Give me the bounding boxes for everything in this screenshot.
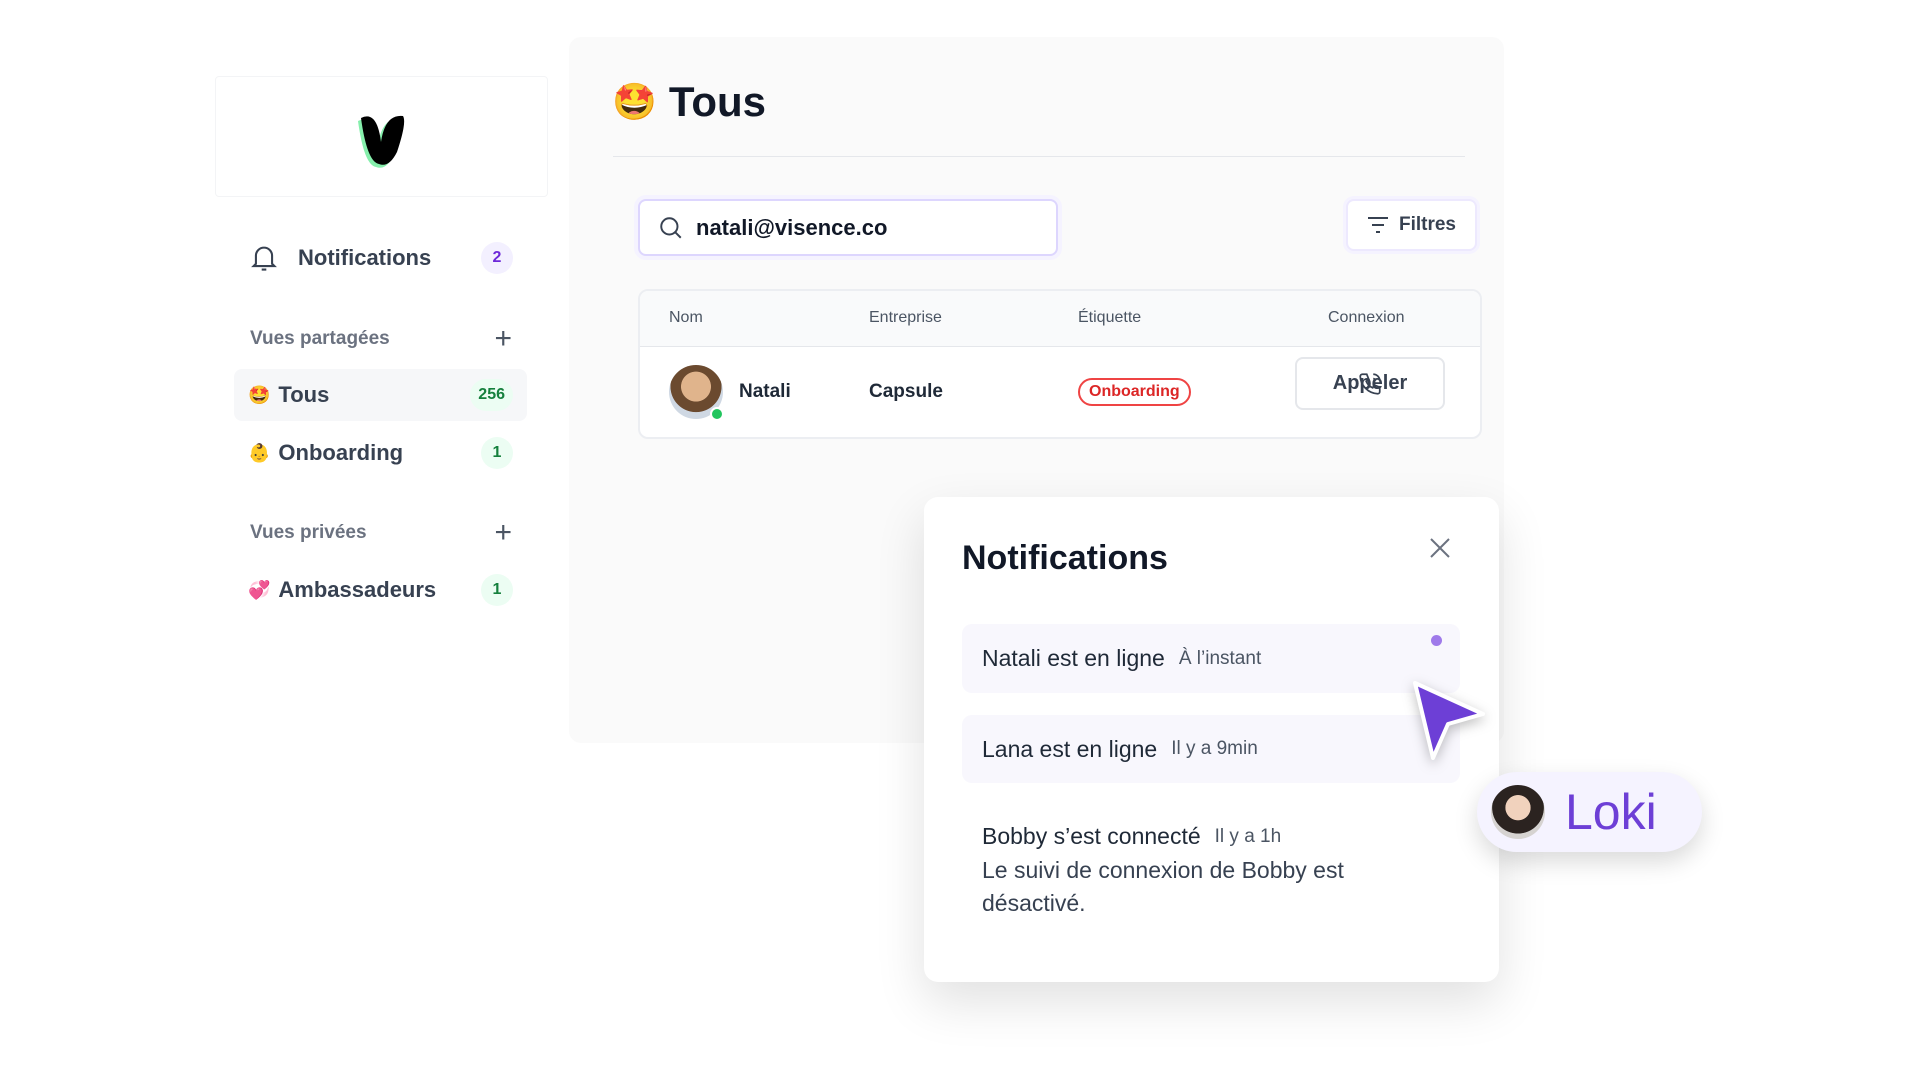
close-icon[interactable] [1428,536,1452,560]
page-title: 🤩 Tous [612,78,766,126]
sidebar-item-label: Onboarding [278,440,404,465]
cursor-user-name: Loki [1565,784,1657,840]
sidebar-item-onboarding[interactable]: 👶 Onboarding 1 [234,427,527,479]
baby-emoji-icon: 👶 [248,442,271,463]
tag-badge: Onboarding [1078,378,1191,406]
table-row[interactable]: Natali Capsule Onboarding Appeler [640,347,1480,437]
page-title-text: Tous [668,78,767,125]
add-private-view-button[interactable]: + [494,516,512,550]
column-header-entreprise[interactable]: Entreprise [869,309,942,327]
sidebar-item-ambassadeurs[interactable]: 💞 Ambassadeurs 1 [234,564,527,616]
logo[interactable] [215,76,548,197]
hearts-emoji-icon: 💞 [248,579,271,600]
contacts-table: Nom Entreprise Étiquette Connexion Natal… [638,289,1482,439]
notification-time: Il y a 9min [1171,738,1258,759]
contact-name: Natali [739,381,791,402]
call-button-label: Appeler [1332,372,1408,394]
column-header-nom[interactable]: Nom [669,309,703,327]
unread-dot [1431,635,1442,646]
notification-text: Bobby s’est connecté [982,823,1201,849]
filters-button[interactable]: Filtres [1346,199,1477,251]
sidebar-item-label: Notifications [298,245,432,270]
search-value: natali@visence.co [696,214,888,240]
add-shared-view-button[interactable]: + [494,322,512,356]
search-input[interactable]: natali@visence.co [638,199,1058,256]
notification-time: À l’instant [1178,647,1262,669]
section-label: Vues privées [250,522,367,543]
table-header: Nom Entreprise Étiquette Connexion [640,291,1480,347]
column-header-etiquette[interactable]: Étiquette [1078,309,1141,327]
filter-icon [1367,217,1388,233]
notification-count-badge: 2 [481,242,513,274]
bell-icon [251,246,277,271]
count-badge: 256 [470,379,513,411]
section-label: Vues partagées [250,328,390,349]
notification-time: Il y a 1h [1214,825,1282,847]
column-header-connexion[interactable]: Connexion [1328,309,1405,327]
star-struck-emoji-icon: 🤩 [248,384,271,405]
divider [613,156,1465,157]
online-status-dot [710,407,724,421]
private-views-header: Vues privées + [250,516,512,550]
sidebar-item-label: Ambassadeurs [278,577,437,602]
avatar [1491,785,1545,839]
count-badge: 1 [481,574,513,606]
notification-item[interactable]: Lana est en ligne Il y a 9min [962,715,1460,783]
notification-text: Lana est en ligne [982,735,1158,762]
visence-logo-icon [357,115,404,168]
star-struck-emoji-icon: 🤩 [612,81,657,122]
count-badge: 1 [481,437,513,469]
filters-label: Filtres [1398,214,1457,235]
search-icon [660,216,682,238]
cursor-user-label: Loki [1477,772,1702,852]
sidebar-item-label: Tous [278,382,330,407]
contact-company: Capsule [869,381,943,402]
panel-title: Notifications [962,539,1168,577]
sidebar-item-tous[interactable]: 🤩 Tous 256 [234,369,527,421]
shared-views-header: Vues partagées + [250,322,512,356]
sidebar-item-notifications[interactable]: Notifications 2 [234,232,527,284]
notification-text: Natali est en ligne [982,645,1165,671]
notification-item[interactable]: Natali est en ligne À l’instant [962,624,1460,693]
notification-item[interactable]: Bobby s’est connecté Il y a 1h Le suivi … [962,823,1460,920]
call-button[interactable]: Appeler [1295,357,1445,410]
notification-detail: Le suivi de connexion de Bobby est désac… [982,857,1344,916]
cursor-arrow-icon [1413,681,1485,760]
